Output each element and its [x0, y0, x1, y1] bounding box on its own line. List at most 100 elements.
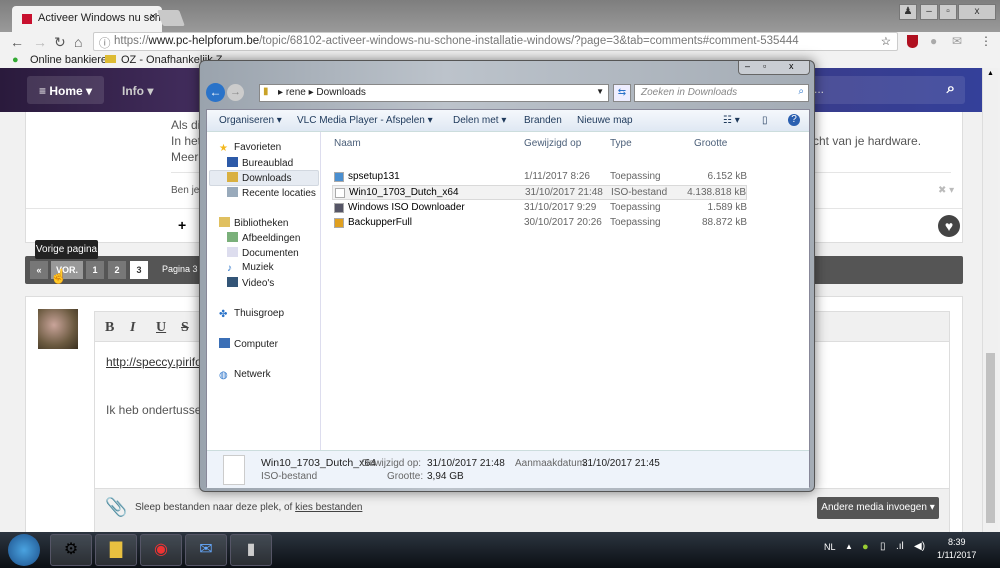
share-button[interactable]: Delen met ▾ [453, 115, 506, 126]
maximize-button[interactable]: ▫ [939, 4, 957, 20]
underline-button[interactable]: U [156, 320, 166, 336]
explorer-address-bar[interactable]: ▮ ▸ rene ▸ Downloads ▼ [259, 84, 609, 102]
close-button[interactable]: x [789, 61, 794, 71]
file-row[interactable]: Win10_1703_Dutch_x64 31/10/2017 21:48 ISO-… [332, 185, 747, 201]
extension-shield-icon[interactable] [907, 35, 918, 48]
column-size[interactable]: Grootte [694, 138, 727, 149]
taskbar-app-icon[interactable]: ⚙ [50, 534, 92, 566]
nav-videos[interactable]: Video's [227, 277, 274, 289]
url-input[interactable]: ⓘ https://www.pc-helpforum.be/topic/68102… [93, 32, 898, 51]
nav-afbeeldingen[interactable]: Afbeeldingen [227, 232, 300, 244]
url-host: www.pc-helpforum.be [148, 35, 260, 47]
page-scrollbar[interactable]: ▲ [982, 68, 998, 532]
tray-app-icon[interactable]: ● [862, 541, 869, 553]
start-button[interactable] [8, 534, 40, 566]
nav-info[interactable]: Info ▾ [110, 76, 165, 104]
new-tab-button[interactable] [157, 10, 185, 26]
page-1-button[interactable]: 1 [86, 261, 104, 279]
nav-bureaublad[interactable]: Bureaublad [227, 157, 293, 169]
extension-icon[interactable]: ● [930, 34, 937, 48]
maximize-button[interactable]: ▫ [763, 61, 766, 71]
taskbar-app2-icon[interactable]: ▮ [230, 534, 272, 566]
breadcrumb-downloads[interactable]: Downloads [316, 87, 365, 98]
favorites-header[interactable]: ★ Favorieten [219, 142, 281, 154]
home-icon[interactable]: ⌂ [74, 34, 82, 50]
recent-places-icon [227, 187, 238, 197]
bold-button[interactable]: B [105, 320, 114, 336]
breadcrumb-rene[interactable]: rene [286, 87, 306, 98]
minimize-button[interactable]: – [745, 61, 750, 71]
taskbar-explorer-icon[interactable]: ▇ [95, 534, 137, 566]
close-tab-icon[interactable]: × [150, 11, 156, 23]
battery-icon[interactable]: ▯ [880, 541, 886, 552]
nav-muziek[interactable]: ♪ Muziek [227, 262, 274, 274]
minimize-button[interactable]: – [920, 4, 938, 20]
network-signal-icon[interactable]: .ıl [896, 541, 904, 552]
forward-icon[interactable]: → [33, 34, 47, 50]
choose-files-link[interactable]: kies bestanden [295, 502, 362, 513]
star-icon[interactable]: ☆ [881, 34, 891, 48]
user-icon[interactable]: ♟ [899, 4, 917, 20]
details-created: 31/10/2017 21:45 [582, 458, 660, 469]
column-name[interactable]: Naam [334, 138, 361, 149]
column-type[interactable]: Type [610, 138, 632, 149]
taskbar: ⚙ ▇ ◉ ✉ ▮ NL ▲ ● ▯ .ıl ◀) 8:39 1/11/2017 [0, 532, 1000, 568]
nav-downloads[interactable]: Downloads [227, 172, 291, 184]
nav-documenten[interactable]: Documenten [227, 247, 299, 259]
explorer-search-input[interactable]: Zoeken in Downloads ⌕ [634, 84, 809, 102]
back-icon[interactable]: ← [10, 34, 24, 50]
bookmark-online-bankieren[interactable]: Online bankieren [30, 54, 113, 66]
file-row[interactable]: BackupperFull 30/10/2017 20:26 Toepassing 8… [332, 216, 747, 231]
attachment-area[interactable]: 📎 Sleep bestanden naar deze plek, of kie… [95, 488, 949, 532]
insert-media-button[interactable]: Andere media invoegen ▾ [817, 497, 939, 519]
menu-icon[interactable]: ⋮ [980, 34, 992, 48]
view-options-icon[interactable]: ☷ ▾ [723, 115, 740, 126]
burn-button[interactable]: Branden [524, 115, 562, 126]
dropdown-icon[interactable]: ▼ [596, 87, 604, 96]
clock-date[interactable]: 1/11/2017 [937, 550, 976, 560]
desktop-icon [227, 157, 238, 167]
file-icon [334, 217, 344, 228]
close-icon[interactable]: ✖ ▾ [938, 185, 954, 196]
volume-icon[interactable]: ◀) [914, 541, 925, 552]
explorer-body: Organiseren ▾ VLC Media Player - Afspele… [206, 109, 810, 488]
nav-home[interactable]: ≡ Home ▾ [27, 76, 105, 104]
file-row[interactable]: spsetup131 1/11/2017 8:26 Toepassing 6.152 … [332, 170, 747, 185]
taskbar-chrome-icon[interactable]: ◉ [140, 534, 182, 566]
page-2-button[interactable]: 2 [108, 261, 126, 279]
column-modified[interactable]: Gewijzigd op [524, 138, 581, 149]
close-button[interactable]: x [958, 4, 996, 20]
show-hidden-icons[interactable]: ▲ [845, 542, 853, 551]
browser-tab[interactable]: Activeer Windows nu sch × [12, 6, 162, 32]
forward-button[interactable]: → [227, 84, 244, 101]
organize-button[interactable]: Organiseren ▾ [219, 115, 282, 126]
strike-button[interactable]: S [181, 320, 189, 336]
page-3-button[interactable]: 3 [130, 261, 148, 279]
like-heart-icon[interactable]: ♥ [938, 215, 960, 237]
file-row[interactable]: Windows ISO Downloader 31/10/2017 9:29 Toe… [332, 201, 747, 216]
reload-icon[interactable]: ↻ [54, 34, 66, 51]
clock-time[interactable]: 8:39 [948, 537, 966, 547]
mail-icon[interactable]: ✉ [952, 34, 962, 48]
preview-pane-icon[interactable]: ▯ [762, 115, 768, 126]
add-button[interactable]: + [178, 217, 186, 233]
nav-thuisgroep[interactable]: ✤ Thuisgroep [219, 308, 284, 320]
scroll-up-icon[interactable]: ▲ [987, 70, 994, 77]
refresh-icon[interactable]: ⇆ [613, 84, 631, 102]
help-icon[interactable]: ? [788, 114, 800, 126]
first-page-button[interactable]: « [30, 261, 48, 279]
site-search-input[interactable]: ... ⌕ [810, 76, 965, 104]
vlc-play-button[interactable]: VLC Media Player - Afspelen ▾ [297, 115, 433, 126]
nav-recente-locaties[interactable]: Recente locaties [227, 187, 316, 199]
nav-computer[interactable]: Computer [219, 338, 278, 350]
taskbar-thunderbird-icon[interactable]: ✉ [185, 534, 227, 566]
libraries-header[interactable]: Bibliotheken [219, 217, 288, 229]
search-icon[interactable]: ⌕ [947, 80, 955, 97]
nav-netwerk[interactable]: ◍ Netwerk [219, 369, 271, 381]
search-icon: ⌕ [798, 86, 804, 97]
scroll-thumb[interactable] [986, 353, 995, 523]
language-indicator[interactable]: NL [824, 542, 836, 552]
new-folder-button[interactable]: Nieuwe map [577, 115, 633, 126]
back-button[interactable]: ← [206, 83, 225, 102]
italic-button[interactable]: I [130, 320, 135, 336]
